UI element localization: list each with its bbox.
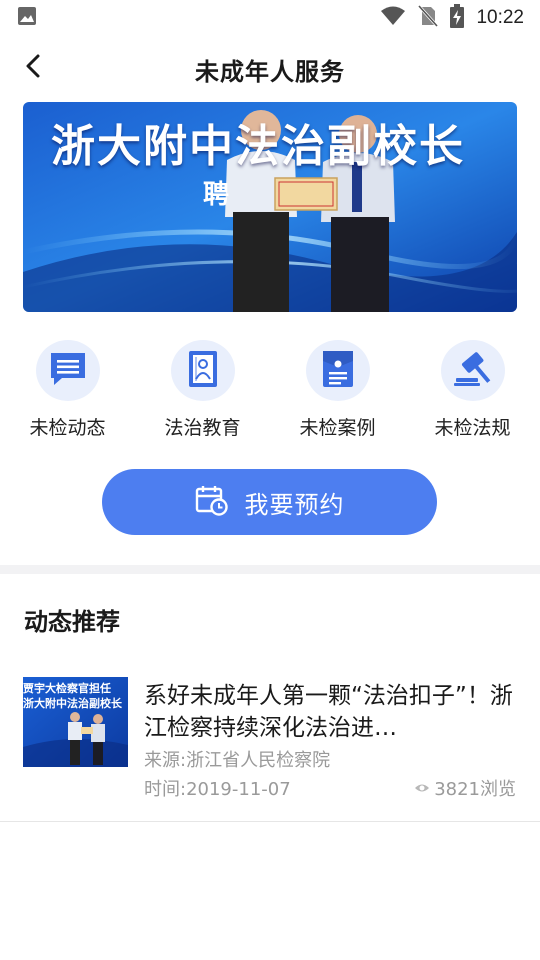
status-time: 10:22 bbox=[476, 7, 524, 28]
no-sim-icon bbox=[418, 4, 439, 31]
calendar-clock-icon bbox=[195, 484, 229, 520]
menu-item-dynamics[interactable]: 未检动态 bbox=[0, 340, 135, 440]
section-title: 动态推荐 bbox=[24, 608, 120, 636]
case-folder-icon bbox=[321, 349, 355, 393]
menu-item-regulations[interactable]: 未检法规 bbox=[405, 340, 540, 440]
menu-icon-wrap bbox=[305, 340, 370, 401]
eye-icon bbox=[414, 778, 430, 799]
news-source-value: 浙江省人民检察院 bbox=[186, 750, 331, 771]
banner-caption: 浙大附中法治副校长 bbox=[51, 121, 465, 172]
section-divider bbox=[0, 565, 540, 574]
banner-sub-caption: 聘 bbox=[203, 180, 230, 210]
thumb-caption-2: 浙大附中法治副校长 bbox=[23, 697, 122, 710]
menu-label: 未检案例 bbox=[299, 417, 376, 439]
menu-icon-wrap bbox=[170, 340, 235, 401]
wifi-icon bbox=[380, 5, 406, 31]
banner-image[interactable]: 浙大附中法治副校长 聘 bbox=[23, 102, 517, 312]
menu-icon-wrap bbox=[440, 340, 505, 401]
news-views: 3821浏览 bbox=[414, 775, 516, 801]
menu-item-education[interactable]: 法治教育 bbox=[135, 340, 270, 440]
menu-label: 法治教育 bbox=[164, 417, 241, 439]
chat-message-icon bbox=[48, 350, 88, 392]
news-title: 系好未成年人第一颗“法治扣子”！浙江检察持续深化法治进… bbox=[144, 683, 513, 741]
image-icon bbox=[16, 5, 38, 31]
news-source: 来源:浙江省人民检察院 bbox=[144, 746, 330, 772]
appointment-label: 我要预约 bbox=[244, 490, 345, 519]
gavel-icon bbox=[452, 350, 494, 392]
news-thumbnail: 贾宇大检察官担任 浙大附中法治副校长 bbox=[23, 677, 128, 767]
status-bar: 10:22 bbox=[0, 0, 540, 36]
page-title: 未成年人服务 bbox=[195, 57, 345, 86]
news-time-label: 时间: bbox=[144, 779, 187, 800]
quick-menu: 未检动态 法治教育 未检案例 未检法规 bbox=[0, 340, 540, 440]
news-list-item[interactable]: 贾宇大检察官担任 浙大附中法治副校长 系好未成年人第一颗“法治扣子”！浙江检察持… bbox=[0, 668, 540, 820]
battery-charging-icon bbox=[450, 4, 465, 32]
thumb-caption-1: 贾宇大检察官担任 bbox=[23, 682, 111, 695]
list-divider bbox=[0, 821, 540, 822]
app-bar: 未成年人服务 bbox=[0, 40, 540, 98]
menu-icon-wrap bbox=[35, 340, 100, 401]
news-source-label: 来源: bbox=[144, 750, 187, 771]
news-time-value: 2019-11-07 bbox=[186, 779, 291, 800]
menu-label: 未检动态 bbox=[29, 417, 106, 439]
news-views-count: 3821浏览 bbox=[434, 779, 516, 800]
chevron-left-icon bbox=[22, 52, 46, 84]
news-time: 时间:2019-11-07 bbox=[144, 775, 291, 801]
law-book-icon bbox=[186, 349, 220, 393]
menu-label: 未检法规 bbox=[434, 417, 511, 439]
back-button[interactable] bbox=[14, 48, 54, 88]
menu-item-cases[interactable]: 未检案例 bbox=[270, 340, 405, 440]
appointment-button[interactable]: 我要预约 bbox=[102, 469, 437, 535]
